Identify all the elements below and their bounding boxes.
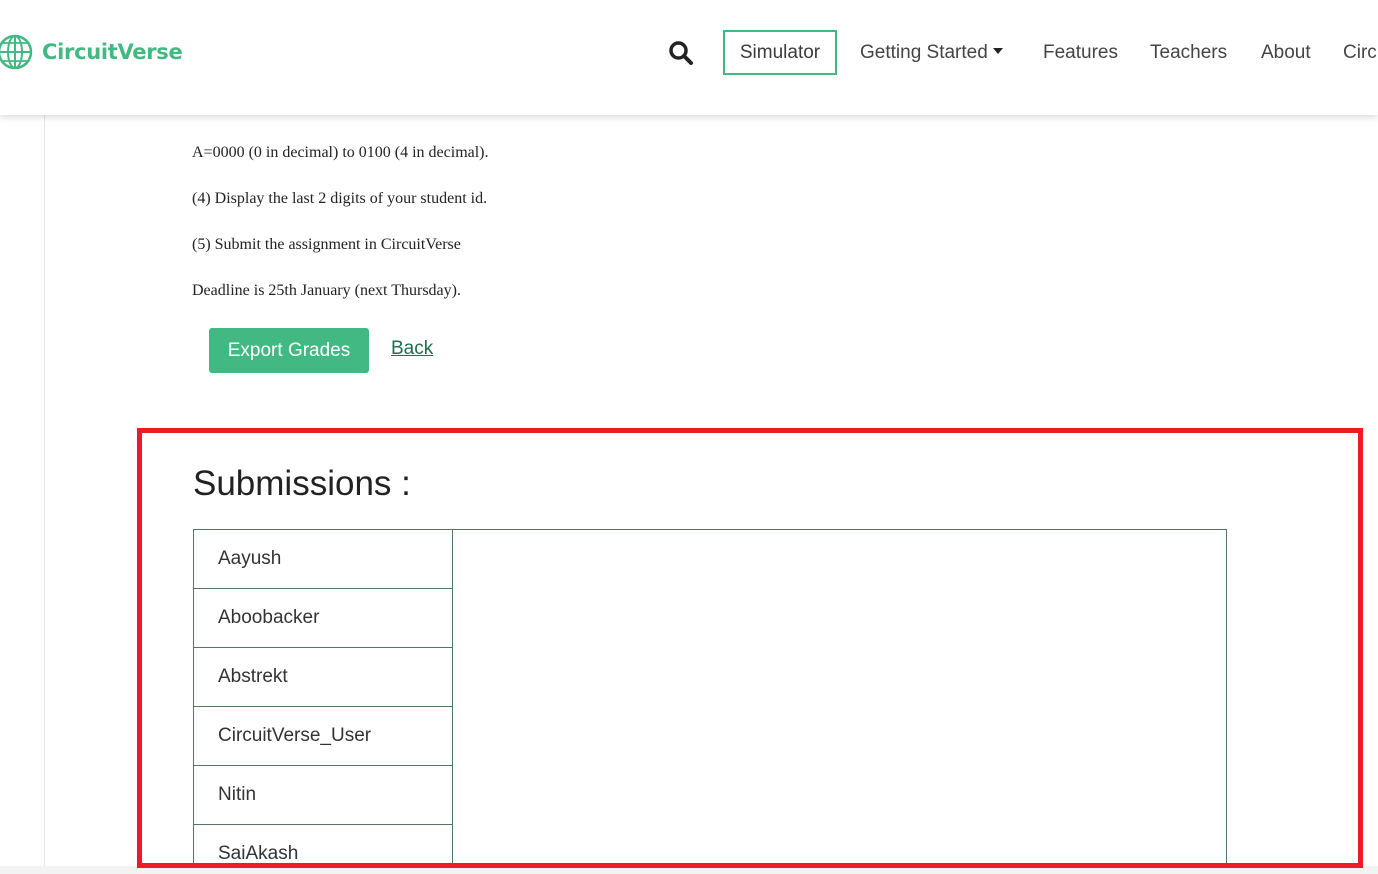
- nav-teachers[interactable]: Teachers: [1150, 42, 1227, 64]
- assignment-deadline: Deadline is 25th January (next Thursday)…: [192, 282, 461, 299]
- assignment-text-line: (4) Display the last 2 digits of your st…: [192, 190, 488, 207]
- nav-getting-started-label: Getting Started: [860, 42, 988, 63]
- page: CircuitVerse Simulator Getting Started F…: [0, 0, 1378, 874]
- nav-simulator-button[interactable]: Simulator: [723, 30, 837, 75]
- nav-features[interactable]: Features: [1043, 42, 1118, 64]
- back-link[interactable]: Back: [391, 338, 433, 360]
- nav-truncated-item[interactable]: Circ: [1343, 42, 1377, 64]
- nav-getting-started[interactable]: Getting Started: [860, 42, 1003, 64]
- assignment-text-line: (5) Submit the assignment in CircuitVers…: [192, 236, 461, 253]
- nav-about[interactable]: About: [1261, 42, 1311, 64]
- assignment-text-line: A=0000 (0 in decimal) to 0100 (4 in deci…: [192, 144, 489, 161]
- globe-logo-icon: [0, 34, 33, 70]
- brand-logo[interactable]: CircuitVerse: [0, 22, 183, 82]
- highlight-annotation-box: [137, 428, 1363, 868]
- caret-down-icon: [992, 47, 1003, 54]
- search-icon[interactable]: [668, 40, 694, 66]
- top-navbar: CircuitVerse Simulator Getting Started F…: [0, 0, 1378, 115]
- brand-name: CircuitVerse: [42, 40, 183, 64]
- export-grades-button[interactable]: Export Grades: [209, 328, 369, 373]
